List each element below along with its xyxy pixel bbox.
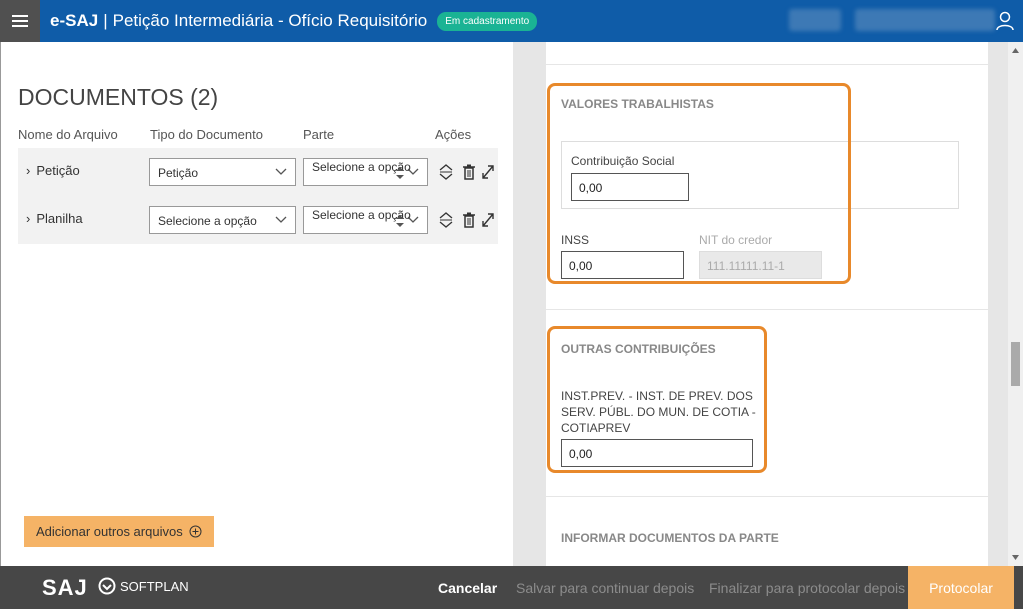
add-files-button[interactable]: Adicionar outros arquivos bbox=[24, 516, 214, 547]
party-select[interactable]: Selecione a opção bbox=[303, 206, 428, 234]
scroll-down-icon[interactable] bbox=[1012, 555, 1019, 560]
scrollbar-thumb[interactable] bbox=[1011, 342, 1020, 386]
column-header-name: Nome do Arquivo bbox=[18, 127, 118, 142]
status-badge: Em cadastramento bbox=[437, 11, 538, 31]
blurred-org bbox=[789, 9, 841, 31]
document-name[interactable]: › Planilha bbox=[26, 211, 83, 226]
chevron-down-icon bbox=[407, 168, 419, 175]
plus-circle-icon bbox=[189, 525, 202, 538]
page-title: Petição Intermediária - Ofício Requisitó… bbox=[112, 11, 428, 30]
document-row: › Petição Petição Selecione a opção bbox=[18, 148, 498, 196]
brand-logo[interactable]: e-SAJ bbox=[50, 11, 98, 31]
menu-icon-line bbox=[12, 20, 28, 22]
previous-section-card bbox=[546, 42, 988, 64]
informar-documentos-card: INFORMAR DOCUMENTOS DA PARTE bbox=[546, 497, 988, 566]
blurred-user-name bbox=[855, 9, 995, 31]
saj-logo: SAJ bbox=[42, 575, 88, 600]
top-bar: e-SAJ | Petição Intermediária - Ofício R… bbox=[0, 0, 1023, 42]
column-header-actions: Ações bbox=[435, 127, 472, 142]
document-name[interactable]: › Petição bbox=[26, 163, 80, 178]
column-header-party: Parte bbox=[303, 127, 335, 142]
section-title: INFORMAR DOCUMENTOS DA PARTE bbox=[561, 531, 779, 545]
expand-icon[interactable] bbox=[480, 163, 496, 181]
chevron-down-icon bbox=[407, 216, 419, 223]
user-info-blurred bbox=[789, 9, 995, 31]
hamburger-menu-button[interactable] bbox=[0, 0, 40, 42]
reorder-icon[interactable] bbox=[438, 211, 454, 229]
title-separator: | bbox=[103, 11, 108, 30]
trash-icon[interactable] bbox=[461, 163, 477, 181]
bottom-bar: SAJ SOFTPLAN Cancelar Salvar para contin… bbox=[0, 566, 1023, 609]
softplan-logo-icon bbox=[98, 577, 116, 595]
reorder-icon[interactable] bbox=[438, 163, 454, 181]
menu-icon-line bbox=[12, 25, 28, 27]
chevron-down-icon bbox=[275, 216, 287, 223]
document-type-select[interactable]: Selecione a opção bbox=[149, 206, 296, 234]
document-row: › Planilha Selecione a opção Selecione a … bbox=[18, 196, 498, 244]
protocol-button[interactable]: Protocolar bbox=[908, 566, 1014, 609]
document-type-select[interactable]: Petição bbox=[149, 158, 296, 186]
cancel-button[interactable]: Cancelar bbox=[438, 566, 497, 609]
column-header-type: Tipo do Documento bbox=[150, 127, 263, 142]
party-select[interactable]: Selecione a opção bbox=[303, 158, 428, 186]
scrollbar[interactable] bbox=[1008, 42, 1023, 566]
save-draft-button[interactable]: Salvar para continuar depois bbox=[516, 566, 694, 609]
documents-title: DOCUMENTOS (2) bbox=[18, 84, 219, 110]
documents-panel: DOCUMENTOS (2) Nome do Arquivo Tipo do D… bbox=[0, 42, 513, 566]
softplan-logo: SOFTPLAN bbox=[98, 577, 189, 595]
finalize-button[interactable]: Finalizar para protocolar depois bbox=[709, 566, 905, 609]
stepper-icon bbox=[396, 215, 404, 227]
user-icon[interactable] bbox=[995, 11, 1015, 31]
chevron-right-icon[interactable]: › bbox=[26, 163, 30, 178]
stepper-icon bbox=[396, 167, 404, 179]
scroll-up-icon[interactable] bbox=[1012, 48, 1019, 53]
chevron-right-icon[interactable]: › bbox=[26, 211, 30, 226]
chevron-down-icon bbox=[275, 168, 287, 175]
expand-icon[interactable] bbox=[480, 211, 496, 229]
highlight-box bbox=[547, 83, 851, 284]
trash-icon[interactable] bbox=[461, 211, 477, 229]
form-panel: VALORES TRABALHISTAS Contribuição Social… bbox=[513, 42, 1023, 566]
highlight-box bbox=[547, 326, 767, 473]
menu-icon-line bbox=[12, 15, 28, 17]
